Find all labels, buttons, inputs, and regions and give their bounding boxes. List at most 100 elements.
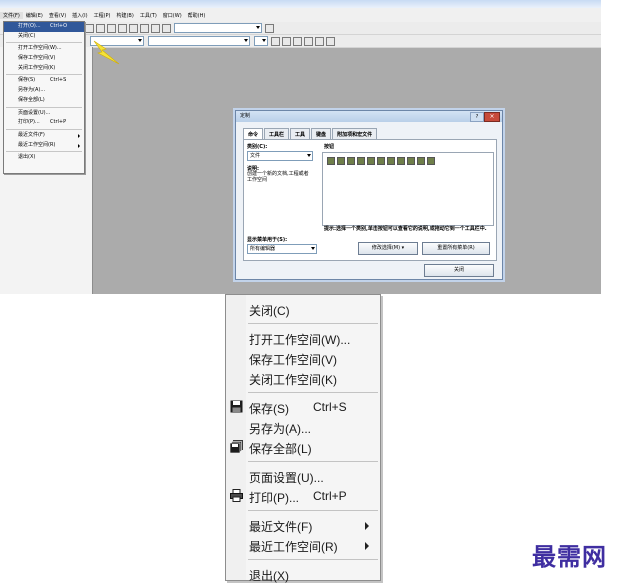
menu-item[interactable]: 查看(V): [46, 12, 69, 19]
menu-item[interactable]: 构建(B): [113, 12, 136, 19]
save-all-icon[interactable]: [407, 157, 415, 165]
small-menu-item[interactable]: 关闭工作空间(K): [4, 64, 84, 74]
small-menu-item[interactable]: 关闭(C): [4, 32, 84, 42]
file-menu-item[interactable]: 最近文件(F): [226, 515, 380, 535]
commands-tab-panel: 类别(C): 文件 说明: 创建一个新的文档,工程或者工作空间 按钮 提示:选择…: [243, 139, 497, 261]
close-button[interactable]: 关闭: [424, 264, 494, 277]
new-icon[interactable]: [327, 157, 335, 165]
small-menu-item-label: 退出(X): [18, 154, 36, 161]
wizard-action-combo[interactable]: [254, 36, 268, 46]
file-menu-item[interactable]: 最近工作空间(R): [226, 535, 380, 555]
breakpoint-icon[interactable]: [315, 36, 324, 46]
find-in-files-icon[interactable]: [265, 23, 274, 33]
ide-screenshot: 文件(F) 编辑(E) 查看(V) 插入(I) 工程(P) 构建(B) 工具(T) 窗口(W)…: [0, 0, 601, 294]
page-setup-icon[interactable]: [417, 157, 425, 165]
small-menu-item-shortcut: Ctrl+S: [50, 77, 67, 84]
command-buttons-box: [322, 152, 494, 226]
file-menu-item[interactable]: 保存工作空间(V): [226, 348, 380, 368]
copy-icon[interactable]: [96, 23, 105, 33]
lightning-arrow-icon: [93, 40, 120, 65]
small-menu-item[interactable]: 退出(X): [4, 153, 84, 163]
file-menu-item[interactable]: 关闭(C): [226, 299, 380, 319]
build-icon[interactable]: [271, 36, 280, 46]
find-combo[interactable]: [174, 23, 262, 33]
file-menu-item-label: 打开工作空间(W)...: [249, 333, 351, 347]
menu-separator: [248, 510, 378, 511]
windows-icon[interactable]: [162, 23, 171, 33]
menu-item[interactable]: 帮助(H): [185, 12, 209, 19]
members-combo[interactable]: [148, 36, 250, 46]
small-menu-item-label: 页面设置(U)...: [18, 109, 51, 116]
small-menu-item[interactable]: 页面设置(U)...: [4, 109, 84, 119]
menu-item[interactable]: 工程(P): [91, 12, 114, 19]
file-menu-item-label: 保存全部(L): [249, 442, 312, 456]
file-menu-item[interactable]: 另存为(A)...: [226, 417, 380, 437]
file-menu-item-label: 最近文件(F): [249, 520, 313, 534]
menu-item[interactable]: 插入(I): [69, 12, 90, 19]
print-icon[interactable]: [427, 157, 435, 165]
small-menu-item-label: 关闭(C): [18, 32, 36, 39]
file-menu-item[interactable]: 退出(X): [226, 564, 380, 584]
save-workspace-icon[interactable]: [367, 157, 375, 165]
file-menu-item[interactable]: 关闭工作空间(K): [226, 368, 380, 388]
menu-item[interactable]: 文件(F): [0, 11, 23, 19]
small-menu-item[interactable]: 最近工作空间(R): [4, 141, 84, 151]
modify-selection-button[interactable]: 修改选择(M) ▾: [358, 242, 418, 255]
file-menu-item-label: 页面设置(U)...: [249, 471, 324, 485]
save-as-icon[interactable]: [397, 157, 405, 165]
small-menu-item[interactable]: 最近文件(F): [4, 131, 84, 141]
close-workspace-icon[interactable]: [377, 157, 385, 165]
execute-icon[interactable]: [293, 36, 302, 46]
menu-separator: [6, 106, 82, 108]
cut-icon[interactable]: [85, 23, 94, 33]
close-icon[interactable]: ×: [484, 112, 500, 122]
compile-icon[interactable]: [282, 36, 291, 46]
file-menu-item[interactable]: 打印(P)... Ctrl+P: [226, 486, 380, 506]
save-icon[interactable]: [387, 157, 395, 165]
small-menu-item-label: 另存为(A)...: [18, 87, 46, 94]
open-icon[interactable]: [337, 157, 345, 165]
file-menu-item-label: 关闭(C): [249, 304, 290, 318]
menu-item[interactable]: 窗口(W): [160, 12, 185, 19]
menu-item[interactable]: 工具(T): [137, 12, 160, 19]
small-menu-item[interactable]: 保存(S) Ctrl+S: [4, 76, 84, 86]
small-menu-item[interactable]: 另存为(A)...: [4, 86, 84, 96]
show-menu-label: 显示菜单用于(S):: [247, 237, 288, 243]
small-menu-item[interactable]: 保存工作空间(V): [4, 54, 84, 64]
command-icons: [327, 157, 437, 165]
small-menu-item-label: 保存工作空间(V): [18, 55, 56, 62]
print-icon: [230, 489, 243, 502]
small-menu-item[interactable]: 打印(P)... Ctrl+P: [4, 118, 84, 128]
file-menu-item-label: 保存工作空间(V): [249, 353, 337, 367]
file-menu-item[interactable]: 页面设置(U)...: [226, 466, 380, 486]
undo-icon[interactable]: [118, 23, 127, 33]
standard-toolbar: [0, 22, 601, 35]
small-menu-item-label: 最近工作空间(R): [18, 141, 56, 148]
help-button[interactable]: ?: [470, 112, 484, 122]
close-doc-icon[interactable]: [347, 157, 355, 165]
file-menu-item[interactable]: 保存全部(L): [226, 437, 380, 457]
small-menu-item[interactable]: 保存全部(L): [4, 96, 84, 106]
file-menu-item[interactable]: 保存(S) Ctrl+S: [226, 397, 380, 417]
dialog-title-bar: 定制 ? ×: [236, 111, 502, 122]
submenu-arrow-icon: [78, 133, 80, 138]
output-icon[interactable]: [151, 23, 160, 33]
redo-icon[interactable]: [129, 23, 138, 33]
menu-bar: 文件(F) 编辑(E) 查看(V) 插入(I) 工程(P) 构建(B) 工具(T) 窗口(W)…: [0, 8, 601, 22]
show-menu-select[interactable]: 所有编辑器: [247, 244, 317, 254]
menu-separator: [248, 559, 378, 560]
menu-separator: [248, 461, 378, 462]
small-menu-item-label: 保存(S): [18, 77, 36, 84]
stop-icon[interactable]: [304, 36, 313, 46]
workspace-icon[interactable]: [140, 23, 149, 33]
paste-icon[interactable]: [107, 23, 116, 33]
menu-item[interactable]: 编辑(E): [23, 12, 46, 19]
open-workspace-icon[interactable]: [357, 157, 365, 165]
small-menu-item-label: 保存全部(L): [18, 96, 45, 103]
small-menu-item[interactable]: 打开工作空间(W)...: [4, 44, 84, 54]
category-select[interactable]: 文件: [247, 151, 313, 161]
small-menu-item[interactable]: 打开(O)... Ctrl+O: [4, 22, 84, 32]
file-menu-item[interactable]: 打开工作空间(W)...: [226, 328, 380, 348]
debug-icon[interactable]: [326, 36, 335, 46]
reset-all-menus-button[interactable]: 重置所有菜单(R): [422, 242, 490, 255]
